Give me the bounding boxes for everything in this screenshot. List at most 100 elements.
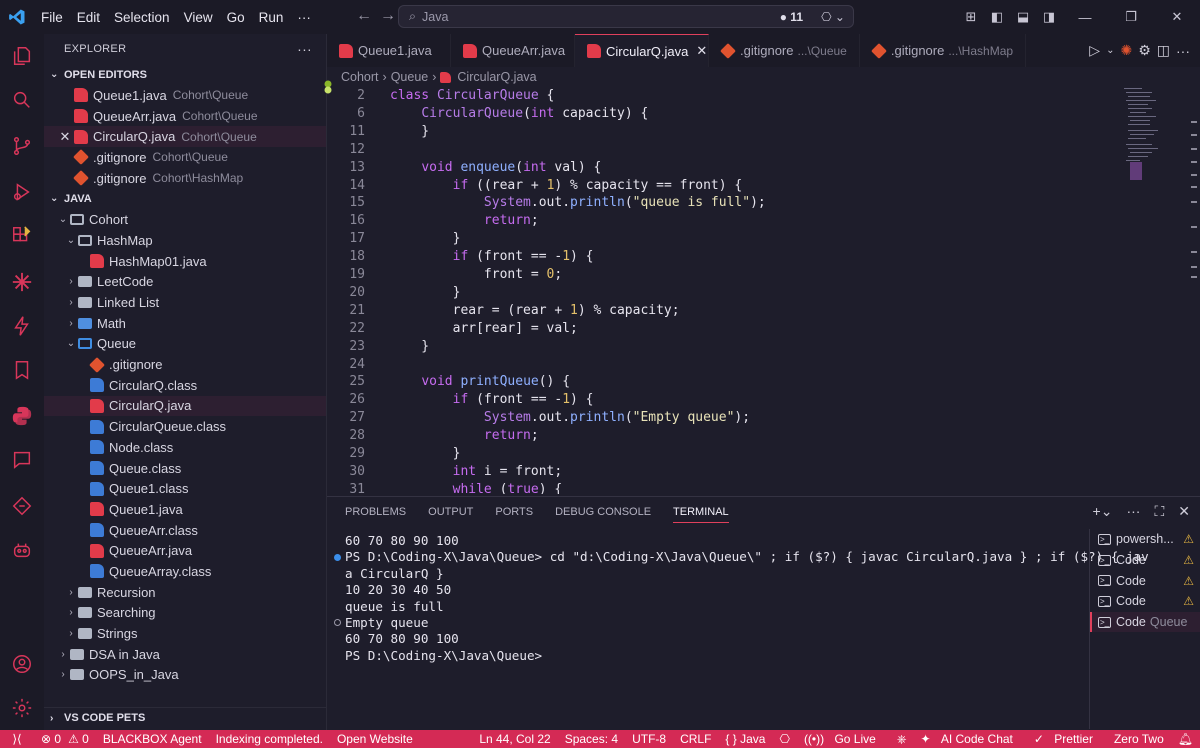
close-tab-icon[interactable]: ✕: [696, 43, 707, 59]
breadcrumb-item[interactable]: Queue: [391, 70, 429, 84]
ai-code-chat-button[interactable]: ✦ AI Code Chat: [913, 732, 1026, 746]
accounts-icon[interactable]: [0, 644, 44, 684]
editor-scrollbar[interactable]: [1190, 86, 1198, 286]
terminal-instance[interactable]: >_ Code ⚠: [1090, 570, 1200, 591]
breadcrumb-item[interactable]: CircularQ.java: [457, 70, 536, 84]
tab-4[interactable]: .gitignore ...\HashMap: [860, 34, 1027, 67]
close-icon[interactable]: ✕: [56, 129, 74, 145]
back-arrow-icon[interactable]: ←: [356, 7, 372, 25]
tree-file-item[interactable]: CircularQueue.class: [44, 416, 326, 437]
tree-folder-oops[interactable]: › OOPS_in_Java: [44, 665, 326, 686]
vscode-pets-section[interactable]: › VS CODE PETS: [44, 707, 326, 728]
tree-file-item[interactable]: QueueArr.java: [44, 540, 326, 561]
tree-file-item[interactable]: Queue1.java: [44, 499, 326, 520]
tree-file-hashmap01[interactable]: HashMap01.java: [44, 251, 326, 272]
tab-2[interactable]: CircularQ.java ✕: [575, 34, 709, 67]
toggle-secondary-sidebar-icon[interactable]: ◨: [1036, 9, 1062, 25]
minimap[interactable]: [1120, 86, 1190, 186]
copilot-icon[interactable]: [0, 530, 44, 570]
toggle-sidebar-icon[interactable]: ◧: [984, 9, 1010, 25]
openai-icon[interactable]: ⚙: [1138, 42, 1151, 59]
starburst-extension-icon[interactable]: [0, 262, 44, 302]
tree-folder-strings[interactable]: › Strings: [44, 623, 326, 644]
warnings-count[interactable]: ⚠ 0: [68, 732, 96, 746]
tree-file-item[interactable]: Node.class: [44, 437, 326, 458]
command-center-search[interactable]: ⌕ Java ● 11 ⎔ ⌄: [398, 5, 854, 28]
menu-item-6[interactable]: ···: [290, 10, 318, 25]
tree-file-item[interactable]: Queue1.class: [44, 478, 326, 499]
chevron-down-icon[interactable]: ⌄: [1106, 45, 1114, 56]
starburst-icon[interactable]: ✺: [1120, 42, 1132, 59]
more-actions-icon[interactable]: ···: [1126, 503, 1140, 520]
tree-file-item[interactable]: QueueArray.class: [44, 561, 326, 582]
blackbox-agent-status[interactable]: BLACKBOX Agent: [96, 732, 209, 746]
open-editor-item[interactable]: .gitignore Cohort\HashMap: [44, 168, 326, 189]
terminal-instance[interactable]: >_ Code Queue: [1090, 611, 1200, 633]
more-actions-icon[interactable]: ···: [1176, 43, 1190, 59]
panel-tab-terminal[interactable]: TERMINAL: [673, 506, 729, 523]
code-editor[interactable]: 2 class CircularQueue {6 CircularQueue(in…: [327, 86, 1127, 494]
eol-status[interactable]: CRLF: [673, 732, 718, 746]
menu-item-0[interactable]: File: [34, 10, 70, 25]
tree-folder-searching[interactable]: › Searching: [44, 603, 326, 624]
search-view-icon[interactable]: [0, 80, 44, 120]
open-website-button[interactable]: Open Website: [330, 732, 420, 746]
forward-arrow-icon[interactable]: →: [380, 7, 396, 25]
tree-folder-recursion[interactable]: › Recursion: [44, 582, 326, 603]
tree-file-item[interactable]: Queue.class: [44, 458, 326, 479]
open-editor-item[interactable]: .gitignore Cohort\Queue: [44, 147, 326, 168]
new-terminal-icon[interactable]: +⌄: [1093, 503, 1113, 520]
terminal-instance[interactable]: >_ Code ⚠: [1090, 550, 1200, 571]
prettier-status[interactable]: ✓ Prettier: [1027, 732, 1107, 746]
bookmark-icon[interactable]: [0, 350, 44, 390]
copilot-chat-icon[interactable]: ⎔ ⌄: [821, 10, 845, 24]
tree-folder-linkedlist[interactable]: › Linked List: [44, 292, 326, 313]
tree-file-item[interactable]: .gitignore: [44, 354, 326, 375]
panel-tab-ports[interactable]: PORTS: [495, 506, 533, 518]
run-debug-icon[interactable]: [0, 172, 44, 212]
go-live-button[interactable]: ((•)) Go Live: [797, 732, 890, 746]
maximize-panel-icon[interactable]: ⛶: [1154, 503, 1164, 520]
copilot-status-icon[interactable]: ⎔: [772, 732, 796, 746]
menu-item-2[interactable]: Selection: [107, 10, 177, 25]
panel-tab-debug-console[interactable]: DEBUG CONSOLE: [555, 506, 651, 518]
session-count-badge[interactable]: ● 11: [780, 10, 803, 24]
remote-indicator-icon[interactable]: ⟩⟨: [0, 732, 34, 746]
python-icon[interactable]: [0, 396, 44, 436]
tree-folder-math[interactable]: › Math: [44, 313, 326, 334]
tree-folder-hashmap[interactable]: ⌄ HashMap: [44, 230, 326, 251]
tab-0[interactable]: Queue1.java: [327, 34, 451, 67]
open-editor-item[interactable]: ✕ CircularQ.java Cohort\Queue: [44, 126, 326, 148]
lightning-icon[interactable]: [0, 306, 44, 346]
menu-item-1[interactable]: Edit: [70, 10, 107, 25]
tab-1[interactable]: QueueArr.java: [451, 34, 575, 67]
close-window-icon[interactable]: ✕: [1154, 9, 1200, 25]
panel-tab-output[interactable]: OUTPUT: [428, 506, 473, 518]
open-editors-section[interactable]: ⌄ OPEN EDITORS: [44, 64, 326, 85]
tree-folder-cohort[interactable]: ⌄ Cohort: [44, 209, 326, 230]
breadcrumb-item[interactable]: Cohort: [341, 70, 379, 84]
language-mode[interactable]: { } Java: [718, 732, 772, 746]
tree-folder-leetcode[interactable]: › LeetCode: [44, 272, 326, 293]
menu-item-4[interactable]: Go: [220, 10, 252, 25]
menu-item-3[interactable]: View: [177, 10, 220, 25]
more-actions-icon[interactable]: ···: [297, 41, 312, 57]
tree-file-item[interactable]: CircularQ.java: [44, 395, 326, 417]
toggle-panel-icon[interactable]: ⬓: [1010, 9, 1036, 25]
tree-file-item[interactable]: QueueArr.class: [44, 520, 326, 541]
cursor-position[interactable]: Ln 44, Col 22: [472, 732, 557, 746]
settings-gear-icon[interactable]: [0, 688, 44, 728]
terminal-output[interactable]: 60 70 80 90 100 PS D:\Coding-X\Java\Queue…: [327, 533, 1149, 723]
menu-item-5[interactable]: Run: [252, 10, 291, 25]
explorer-icon[interactable]: [0, 36, 44, 76]
indentation-status[interactable]: Spaces: 4: [558, 732, 625, 746]
extension-status-icon[interactable]: ⎈: [890, 732, 914, 747]
restore-icon[interactable]: ❐: [1108, 9, 1154, 25]
split-editor-icon[interactable]: ◫: [1157, 42, 1170, 59]
tree-folder-queue[interactable]: ⌄ Queue: [44, 334, 326, 355]
source-control-icon[interactable]: [0, 126, 44, 166]
tree-file-item[interactable]: CircularQ.class: [44, 375, 326, 396]
minimize-icon[interactable]: —: [1062, 10, 1108, 25]
extensions-icon[interactable]: [0, 216, 44, 256]
terminal-instance[interactable]: >_ Code ⚠: [1090, 591, 1200, 612]
